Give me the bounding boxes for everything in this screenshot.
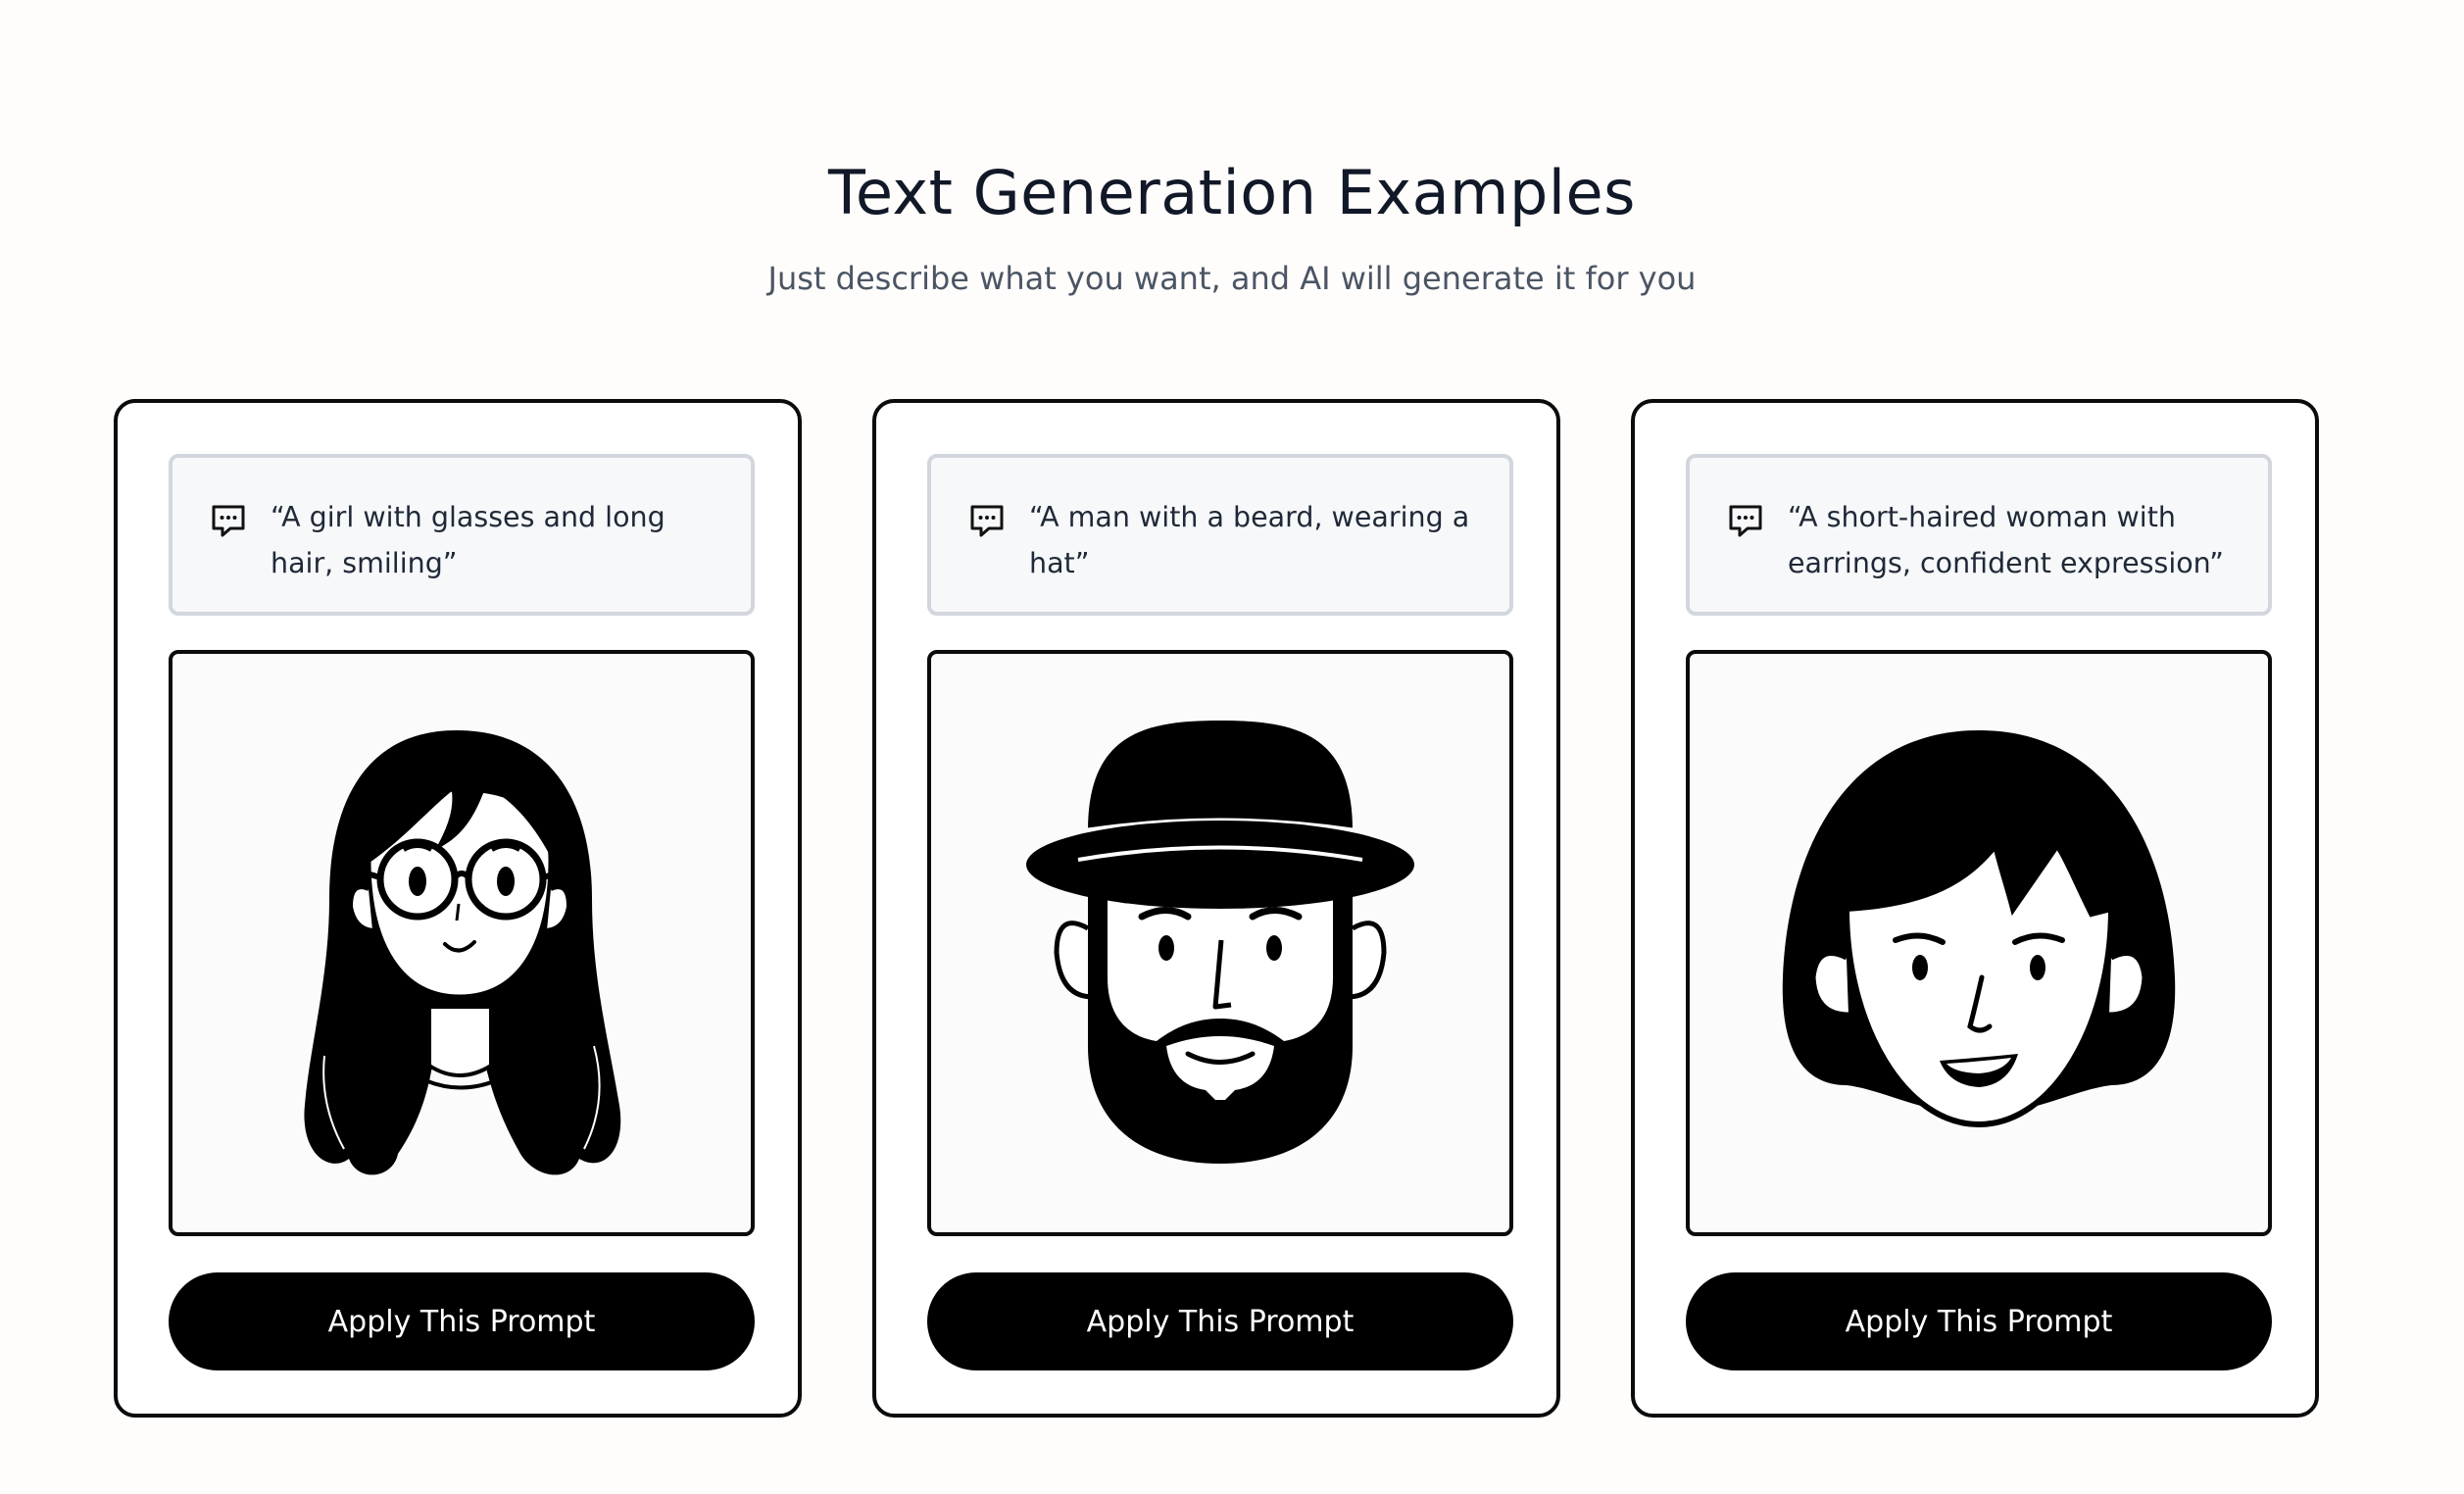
prompt-text: “A man with a beard, wearing a hat” — [1029, 501, 1470, 579]
example-card-girl: “A girl with glasses and long hair, smil… — [114, 399, 802, 1418]
prompt-box: “A man with a beard, wearing a hat” — [927, 454, 1513, 616]
page-title: Text Generation Examples — [828, 156, 1636, 228]
chat-bubble-icon — [970, 505, 1004, 537]
short-haired-woman-with-earrings-illustration — [1782, 730, 2176, 1128]
example-card-short-haired-woman: “A short-haired woman with earrings, con… — [1631, 399, 2319, 1418]
prompt-text: “A short-haired woman with earrings, con… — [1788, 501, 2224, 579]
prompt-box: “A short-haired woman with earrings, con… — [1686, 454, 2272, 616]
example-card-bearded-man: “A man with a beard, wearing a hat” Appl… — [872, 399, 1560, 1418]
prompt-text: “A girl with glasses and long hair, smil… — [271, 501, 665, 579]
generated-image — [1686, 650, 2272, 1236]
bearded-man-with-hat-illustration — [1026, 721, 1414, 1164]
apply-prompt-button[interactable]: Apply This Prompt — [169, 1272, 755, 1370]
chat-bubble-icon — [212, 505, 245, 537]
generated-image — [169, 650, 755, 1236]
chat-bubble-icon — [1729, 505, 1762, 537]
apply-prompt-button[interactable]: Apply This Prompt — [927, 1272, 1513, 1370]
page-subtitle: Just describe what you want, and AI will… — [767, 260, 1697, 297]
apply-prompt-button[interactable]: Apply This Prompt — [1686, 1272, 2272, 1370]
generated-image — [927, 650, 1513, 1236]
prompt-box: “A girl with glasses and long hair, smil… — [169, 454, 755, 616]
girl-with-glasses-illustration — [304, 730, 621, 1175]
